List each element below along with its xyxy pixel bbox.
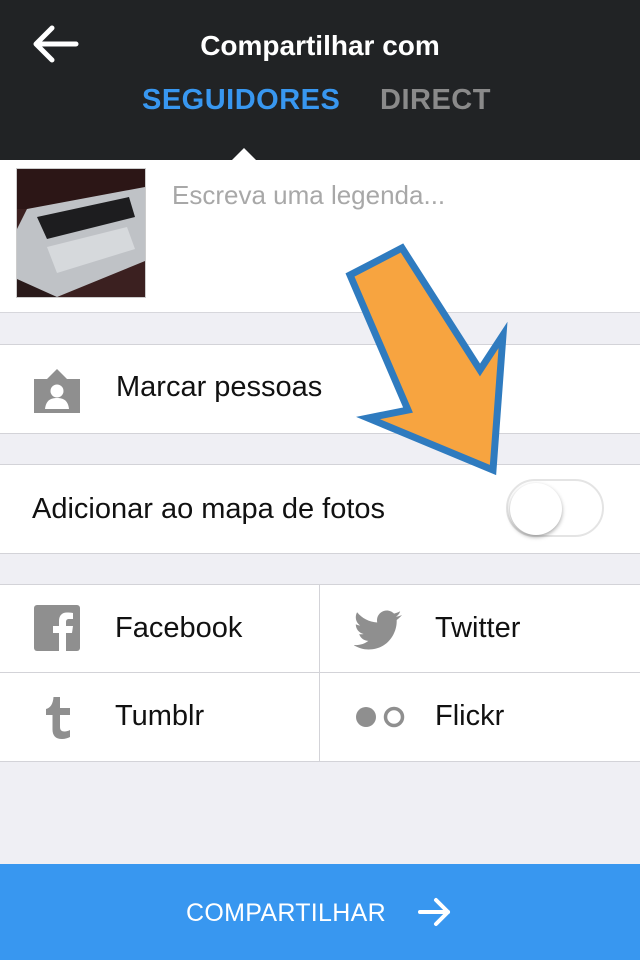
tag-people-label: Marcar pessoas <box>116 371 323 403</box>
photo-map-row: Adicionar ao mapa de fotos <box>0 464 640 554</box>
flickr-label: Flickr <box>435 700 505 732</box>
share-button-label: COMPARTILHAR <box>186 899 386 927</box>
twitter-label: Twitter <box>435 612 521 644</box>
toggle-knob <box>510 483 562 535</box>
facebook-icon <box>34 605 80 651</box>
caption-area <box>0 160 640 313</box>
arrow-right-icon <box>418 898 450 926</box>
header-bar: Compartilhar com SEGUIDORES DIRECT <box>0 0 640 160</box>
flickr-icon <box>356 706 405 728</box>
share-facebook[interactable]: Facebook <box>0 585 319 673</box>
audience-tabs: SEGUIDORES DIRECT <box>0 84 640 124</box>
tab-followers[interactable]: SEGUIDORES <box>142 84 340 117</box>
share-services-grid: Facebook Twitter Tumblr Flickr <box>0 584 640 762</box>
tag-person-icon <box>34 369 80 413</box>
photo-map-toggle[interactable] <box>506 479 604 537</box>
photo-thumbnail <box>16 168 146 298</box>
caption-input[interactable] <box>170 174 614 216</box>
tab-direct[interactable]: DIRECT <box>380 84 491 117</box>
tumblr-icon <box>46 697 70 739</box>
facebook-label: Facebook <box>115 612 243 644</box>
tumblr-label: Tumblr <box>115 700 205 732</box>
page-title: Compartilhar com <box>200 30 440 61</box>
share-button[interactable]: COMPARTILHAR <box>0 864 640 960</box>
share-flickr[interactable]: Flickr <box>320 673 639 761</box>
share-tumblr[interactable]: Tumblr <box>0 673 319 761</box>
active-tab-pointer <box>232 148 256 160</box>
share-twitter[interactable]: Twitter <box>320 585 639 673</box>
tag-people-row[interactable]: Marcar pessoas <box>0 344 640 434</box>
twitter-icon <box>354 610 402 650</box>
photo-map-label: Adicionar ao mapa de fotos <box>32 493 386 525</box>
